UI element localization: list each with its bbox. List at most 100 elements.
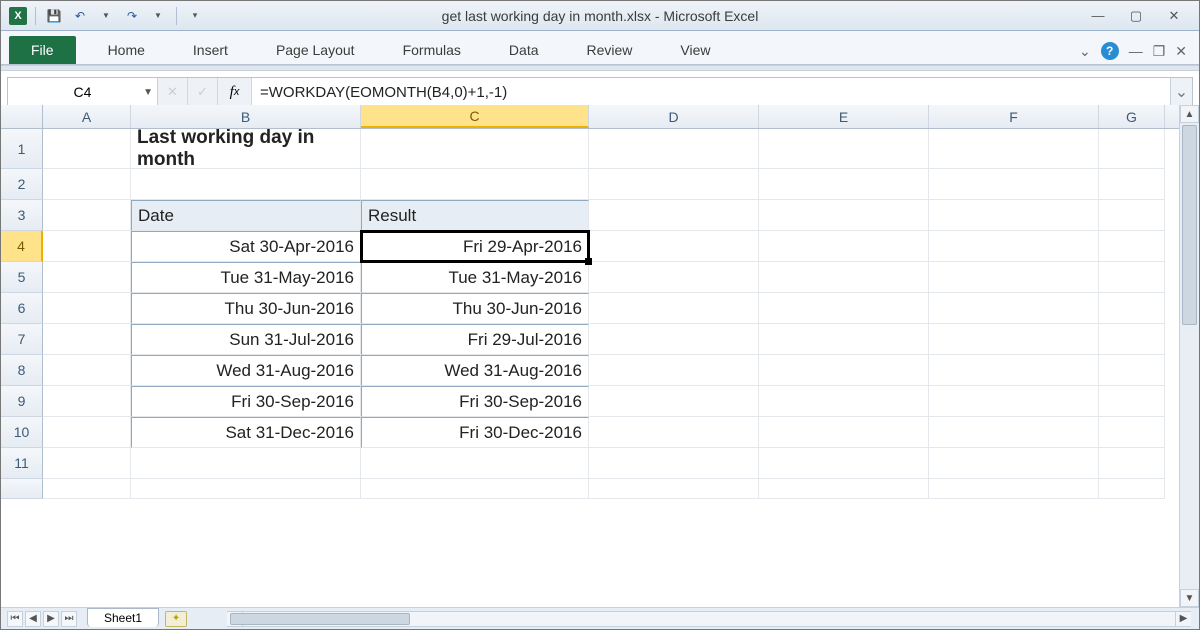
cell[interactable] [361, 129, 589, 169]
row-header-7[interactable]: 7 [1, 324, 43, 355]
sheet-nav-last-icon[interactable]: ⏭ [61, 611, 77, 627]
enter-formula-icon[interactable]: ✓ [188, 78, 218, 106]
cell[interactable] [43, 324, 131, 355]
cell[interactable] [361, 169, 589, 200]
cell[interactable] [43, 448, 131, 479]
col-header-f[interactable]: F [929, 105, 1099, 128]
cell[interactable] [589, 169, 759, 200]
cell-title[interactable]: Last working day in month [131, 129, 361, 169]
cell[interactable] [589, 324, 759, 355]
redo-dropdown-icon[interactable]: ▼ [148, 6, 168, 26]
cell[interactable] [589, 293, 759, 324]
cell[interactable] [589, 231, 759, 262]
cell[interactable] [589, 479, 759, 499]
cell[interactable] [759, 448, 929, 479]
row-header-10[interactable]: 10 [1, 417, 43, 448]
cell[interactable] [361, 479, 589, 499]
cell[interactable] [1099, 293, 1165, 324]
cell[interactable] [589, 386, 759, 417]
ribbon-minimize-icon[interactable]: ⌄ [1079, 43, 1091, 60]
table-row[interactable]: Sun 31-Jul-2016 [131, 324, 361, 355]
scroll-thumb[interactable] [1182, 125, 1197, 325]
table-row[interactable]: Fri 30-Sep-2016 [361, 386, 589, 417]
spreadsheet-grid[interactable]: A B C D E F G 1 Last working day in mont… [1, 105, 1179, 607]
cell[interactable] [43, 355, 131, 386]
cell[interactable] [929, 169, 1099, 200]
row-header-6[interactable]: 6 [1, 293, 43, 324]
cell[interactable] [43, 169, 131, 200]
cell[interactable] [131, 169, 361, 200]
cell[interactable] [759, 293, 929, 324]
cell[interactable] [1099, 386, 1165, 417]
row-header-11[interactable]: 11 [1, 448, 43, 479]
row-header-2[interactable]: 2 [1, 169, 43, 200]
cell[interactable] [43, 231, 131, 262]
cell[interactable] [1099, 479, 1165, 499]
cell[interactable] [759, 262, 929, 293]
undo-dropdown-icon[interactable]: ▼ [96, 6, 116, 26]
cell[interactable] [929, 448, 1099, 479]
col-header-g[interactable]: G [1099, 105, 1165, 128]
cell[interactable] [759, 417, 929, 448]
cell[interactable] [43, 417, 131, 448]
tab-formulas[interactable]: Formulas [379, 36, 485, 64]
sheet-nav-first-icon[interactable]: ⏮ [7, 611, 23, 627]
cell[interactable] [589, 129, 759, 169]
cell[interactable] [1099, 200, 1165, 231]
cell[interactable] [43, 200, 131, 231]
tab-view[interactable]: View [656, 36, 734, 64]
col-header-c[interactable]: C [361, 105, 589, 128]
table-row[interactable]: Tue 31-May-2016 [361, 262, 589, 293]
cell[interactable] [759, 169, 929, 200]
cell[interactable] [929, 417, 1099, 448]
cell[interactable] [1099, 448, 1165, 479]
cell[interactable] [929, 231, 1099, 262]
cancel-formula-icon[interactable]: ✕ [158, 78, 188, 106]
file-tab[interactable]: File [9, 36, 76, 64]
cell[interactable] [929, 479, 1099, 499]
hscroll-thumb[interactable] [230, 613, 410, 625]
cell[interactable] [759, 324, 929, 355]
cell[interactable] [43, 479, 131, 499]
cell[interactable] [589, 200, 759, 231]
cell[interactable] [1099, 417, 1165, 448]
col-header-e[interactable]: E [759, 105, 929, 128]
cell[interactable] [929, 355, 1099, 386]
cell[interactable] [1099, 324, 1165, 355]
cell[interactable] [131, 479, 361, 499]
cell[interactable] [589, 417, 759, 448]
sheet-nav-prev-icon[interactable]: ◀ [25, 611, 41, 627]
row-header-4[interactable]: 4 [1, 231, 43, 262]
table-row[interactable]: Fri 30-Sep-2016 [131, 386, 361, 417]
doc-close-icon[interactable]: ✕ [1175, 43, 1187, 60]
vertical-scrollbar[interactable]: ▲ ▼ [1179, 105, 1199, 607]
tab-insert[interactable]: Insert [169, 36, 252, 64]
horizontal-scrollbar[interactable]: ◀ ▶ [227, 611, 1191, 627]
cell[interactable] [759, 129, 929, 169]
cell[interactable] [929, 293, 1099, 324]
col-header-d[interactable]: D [589, 105, 759, 128]
qat-customize-icon[interactable]: ▾ [185, 6, 205, 26]
cell[interactable] [1099, 231, 1165, 262]
tab-review[interactable]: Review [563, 36, 657, 64]
table-row[interactable]: Fri 30-Dec-2016 [361, 417, 589, 448]
cell[interactable] [43, 293, 131, 324]
table-header-result[interactable]: Result [361, 200, 589, 231]
table-header-date[interactable]: Date [131, 200, 361, 231]
cell[interactable] [929, 324, 1099, 355]
tab-page-layout[interactable]: Page Layout [252, 36, 379, 64]
table-row[interactable]: Sat 30-Apr-2016 [131, 231, 361, 262]
cell[interactable] [1099, 169, 1165, 200]
table-row[interactable]: Fri 29-Jul-2016 [361, 324, 589, 355]
cell[interactable] [589, 355, 759, 386]
cell[interactable] [759, 355, 929, 386]
cell[interactable] [589, 448, 759, 479]
cell[interactable] [131, 448, 361, 479]
row-header-5[interactable]: 5 [1, 262, 43, 293]
row-header-1[interactable]: 1 [1, 129, 43, 169]
cell[interactable] [1099, 262, 1165, 293]
help-icon[interactable]: ? [1101, 42, 1119, 60]
tab-data[interactable]: Data [485, 36, 563, 64]
scroll-down-icon[interactable]: ▼ [1180, 589, 1199, 607]
cell[interactable] [929, 386, 1099, 417]
